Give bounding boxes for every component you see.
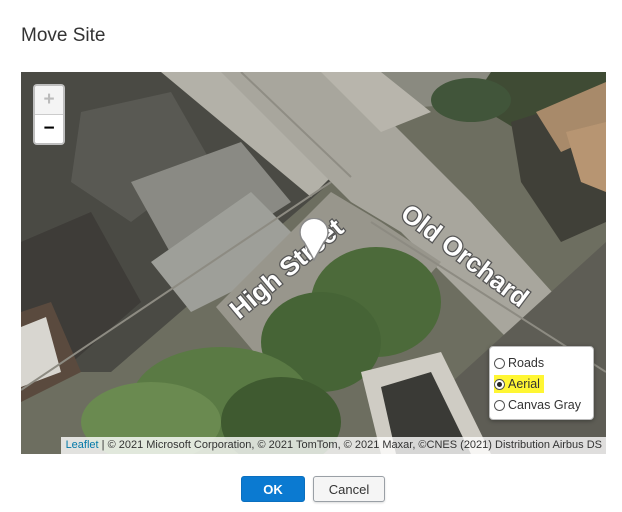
radio-aerial[interactable]	[494, 378, 505, 390]
layer-selector: Roads Aerial Canvas Gray	[489, 346, 594, 420]
cancel-button[interactable]: Cancel	[313, 476, 385, 502]
leaflet-link[interactable]: Leaflet	[66, 439, 99, 451]
ok-button[interactable]: OK	[241, 476, 305, 502]
radio-canvas-gray[interactable]	[494, 399, 505, 411]
attribution-text: | © 2021 Microsoft Corporation, © 2021 T…	[98, 439, 602, 451]
dialog-title: Move Site	[21, 25, 106, 46]
map-attribution: Leaflet | © 2021 Microsoft Corporation, …	[60, 437, 606, 454]
layer-option-roads[interactable]: Roads	[494, 354, 544, 372]
radio-roads[interactable]	[494, 357, 505, 369]
layer-option-canvas-gray[interactable]: Canvas Gray	[494, 396, 581, 414]
map-view[interactable]: High Street Old Orchard + − Roads Aerial	[21, 72, 606, 454]
layer-label-roads: Roads	[508, 356, 545, 370]
layer-label-canvas-gray: Canvas Gray	[508, 398, 581, 412]
layer-option-aerial[interactable]: Aerial	[494, 375, 544, 393]
zoom-control: + −	[33, 84, 65, 145]
layer-label-aerial: Aerial	[508, 377, 540, 391]
map-pin-icon[interactable]	[299, 217, 329, 267]
zoom-out-button[interactable]: −	[35, 115, 63, 143]
move-site-dialog: Move Site High Street Old Orchard + − Ro…	[0, 0, 622, 512]
zoom-in-button[interactable]: +	[35, 86, 63, 115]
